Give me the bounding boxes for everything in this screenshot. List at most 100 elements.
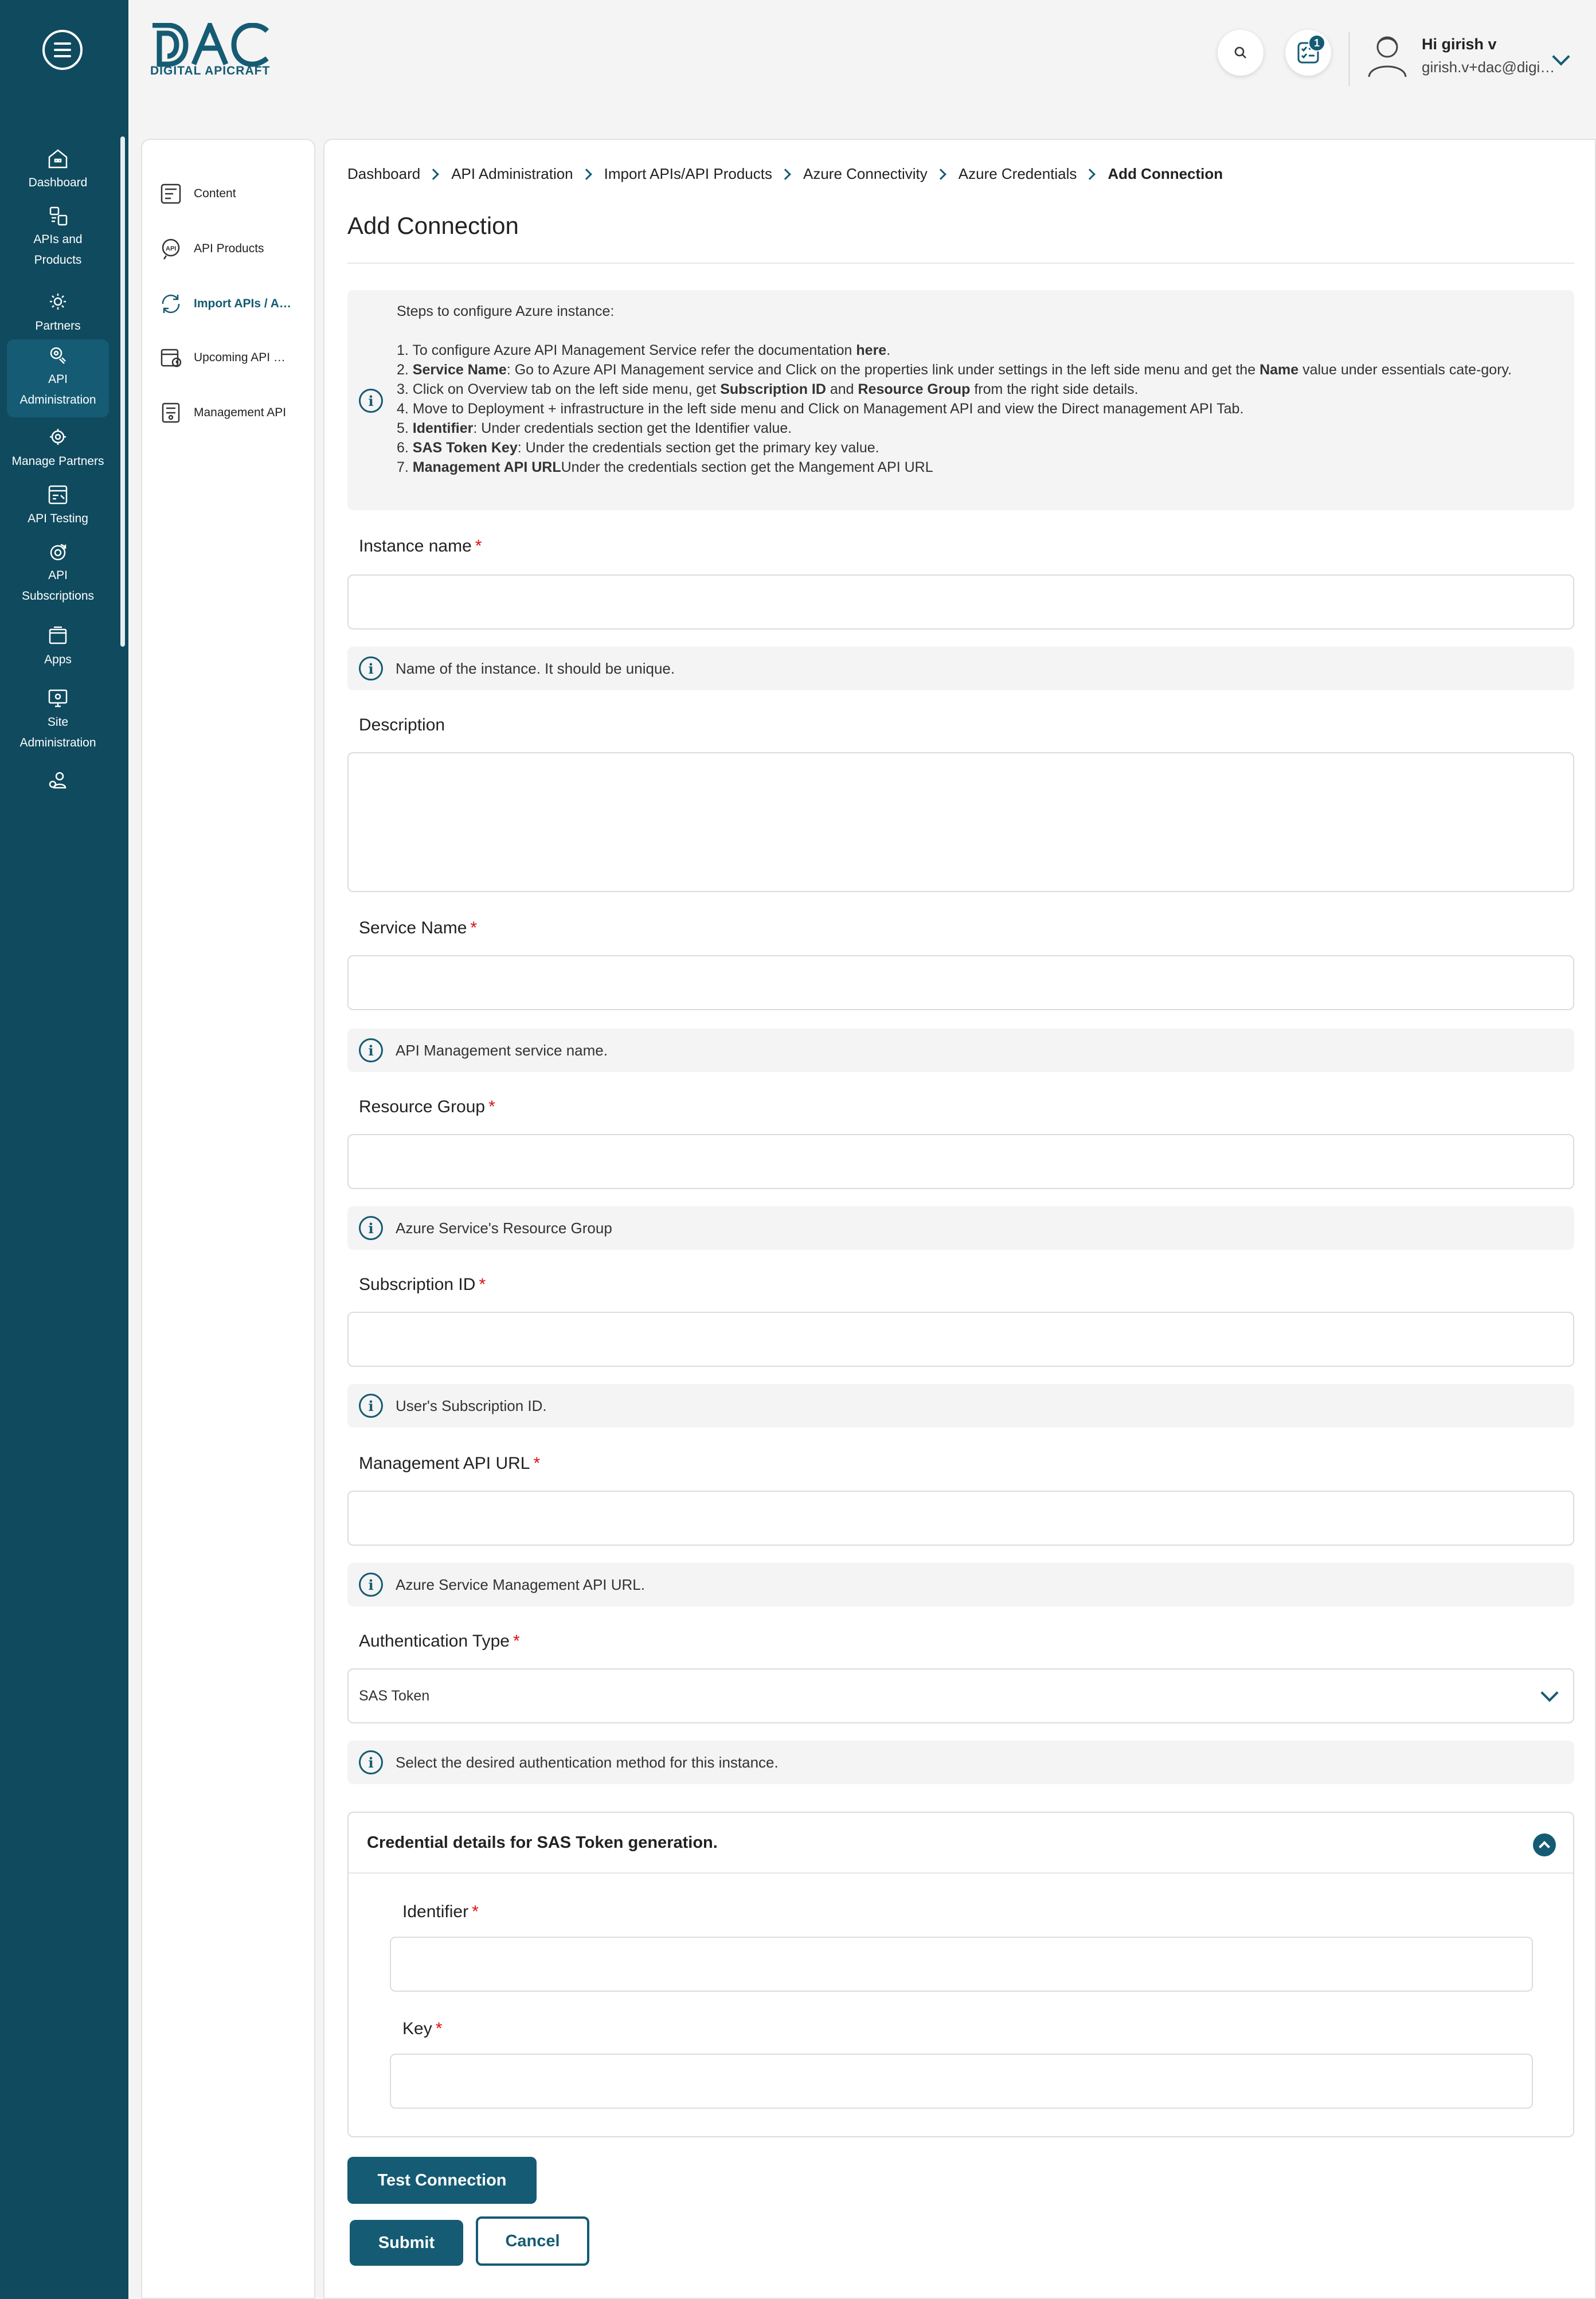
subscription-id-input[interactable] bbox=[347, 1312, 1574, 1367]
rail-item-site-administration[interactable]: Site Administration bbox=[7, 685, 109, 753]
rail-item-label: API Testing bbox=[28, 512, 88, 525]
collapse-button[interactable] bbox=[1533, 1833, 1556, 1856]
chevron-right-icon bbox=[780, 168, 791, 180]
user-greeting: Hi girish v bbox=[1422, 36, 1497, 53]
breadcrumb-azure-credentials[interactable]: Azure Credentials bbox=[959, 165, 1077, 183]
title-divider bbox=[347, 263, 1574, 264]
rail-item-label: Manage Partners bbox=[11, 455, 104, 468]
search-icon bbox=[1234, 46, 1246, 58]
api-administration-icon bbox=[50, 347, 66, 364]
service-name-hint: i API Management service name. bbox=[347, 1029, 1574, 1072]
chevron-down-icon bbox=[1540, 1684, 1559, 1702]
chevron-up-icon bbox=[1539, 1841, 1550, 1852]
site-administration-icon bbox=[48, 689, 68, 707]
management-api-url-hint: i Azure Service Management API URL. bbox=[347, 1563, 1574, 1606]
rail-item-api-administration[interactable]: API Administration bbox=[7, 339, 109, 417]
logo-text: DIGITAL APICRAFT bbox=[150, 64, 271, 77]
sub-sidebar: Content API API Products Import APIs / A… bbox=[141, 139, 315, 2299]
rail-item-label: APIs and Products bbox=[33, 233, 83, 267]
user-email: girish.v+dac@digital-apicraft.com bbox=[1422, 58, 1557, 76]
rail-item-partners[interactable]: Partners bbox=[7, 288, 109, 337]
rail-item-more[interactable] bbox=[7, 767, 109, 795]
identifier-input[interactable] bbox=[390, 1937, 1533, 1992]
rail-scrollbar[interactable] bbox=[120, 136, 125, 647]
instance-name-input[interactable] bbox=[347, 574, 1574, 630]
rail-item-apis-and-products[interactable]: APIs and Products bbox=[7, 202, 109, 271]
step-1: 1. To configure Azure API Management Ser… bbox=[397, 342, 891, 358]
dashboard-icon bbox=[48, 149, 68, 169]
info-icon: i bbox=[359, 1038, 383, 1062]
tasks-button[interactable]: 1 bbox=[1285, 30, 1331, 76]
search-button[interactable] bbox=[1218, 30, 1264, 76]
credential-details-title: Credential details for SAS Token generat… bbox=[367, 1833, 718, 1852]
step-2: 2. Service Name: Go to Azure API Managem… bbox=[397, 362, 1512, 378]
submit-button[interactable]: Submit bbox=[350, 2220, 463, 2266]
rail-item-api-testing[interactable]: API Testing bbox=[7, 480, 109, 530]
left-rail: Dashboard APIs and Products Partners API… bbox=[0, 0, 128, 2299]
hamburger-menu-icon[interactable] bbox=[42, 30, 83, 70]
documentation-link[interactable]: here bbox=[856, 342, 886, 358]
rail-item-dashboard[interactable]: Dashboard bbox=[7, 144, 109, 194]
subnav-item-upcoming-api[interactable]: Upcoming API Products bbox=[158, 341, 307, 375]
apps-icon bbox=[49, 626, 67, 644]
info-icon: i bbox=[359, 1750, 383, 1774]
rail-item-label: Apps bbox=[44, 653, 72, 666]
rail-item-label: API Subscriptions bbox=[21, 569, 95, 603]
rail-item-label: Partners bbox=[35, 319, 81, 333]
rail-item-api-subscriptions[interactable]: API Subscriptions bbox=[7, 538, 109, 607]
notification-badge: 1 bbox=[1308, 34, 1325, 52]
rail-item-apps[interactable]: Apps bbox=[7, 621, 109, 671]
authentication-type-label: Authentication Type * bbox=[359, 1632, 520, 1651]
authentication-type-hint: i Select the desired authentication metho… bbox=[347, 1741, 1574, 1784]
header-divider bbox=[1348, 32, 1350, 86]
management-api-icon bbox=[162, 402, 180, 423]
chevron-right-icon bbox=[934, 168, 946, 180]
rail-item-label: Dashboard bbox=[28, 176, 88, 189]
breadcrumb-current: Add Connection bbox=[1108, 165, 1223, 182]
test-connection-button[interactable]: Test Connection bbox=[347, 2157, 537, 2204]
description-label: Description bbox=[359, 715, 445, 734]
subnav-item-management-api[interactable]: Management API bbox=[158, 396, 307, 430]
rail-item-label: Site Administration bbox=[19, 715, 96, 749]
breadcrumb-dashboard[interactable]: Dashboard bbox=[347, 165, 420, 183]
partners-icon bbox=[50, 294, 66, 310]
configuration-steps-panel: i Steps to configure Azure instance: 1. … bbox=[347, 290, 1574, 510]
steps-heading: Steps to configure Azure instance: bbox=[397, 303, 615, 319]
identifier-label: Identifier * bbox=[402, 1902, 479, 1921]
breadcrumb-api-administration[interactable]: API Administration bbox=[451, 165, 573, 183]
instance-name-label: Instance name * bbox=[359, 537, 482, 556]
subnav-item-api-products[interactable]: API API Products bbox=[158, 232, 307, 266]
credential-details-header[interactable]: Credential details for SAS Token generat… bbox=[349, 1813, 1573, 1874]
chevron-right-icon bbox=[428, 168, 440, 180]
subnav-item-import-apis[interactable]: Import APIs / API Products bbox=[158, 287, 307, 321]
step-5: 5. Identifier: Under credentials section… bbox=[397, 420, 792, 436]
rail-item-manage-partners[interactable]: Manage Partners bbox=[7, 423, 109, 472]
description-textarea[interactable] bbox=[347, 752, 1574, 892]
key-input[interactable] bbox=[390, 2054, 1533, 2109]
subscription-id-hint: i User's Subscription ID. bbox=[347, 1384, 1574, 1428]
subnav-item-content[interactable]: Content bbox=[158, 177, 307, 211]
chevron-right-icon bbox=[1084, 168, 1096, 180]
resource-group-label: Resource Group * bbox=[359, 1097, 495, 1116]
resource-group-input[interactable] bbox=[347, 1134, 1574, 1189]
api-products-icon: API bbox=[162, 238, 180, 260]
manage-partners-icon bbox=[50, 429, 66, 445]
avatar[interactable] bbox=[1364, 30, 1410, 78]
step-3: 3. Click on Overview tab on the left sid… bbox=[397, 381, 1139, 397]
info-icon: i bbox=[359, 389, 383, 413]
authentication-type-select[interactable]: SAS Token bbox=[347, 1668, 1574, 1723]
import-apis-icon bbox=[162, 294, 180, 314]
management-api-url-input[interactable] bbox=[347, 1491, 1574, 1546]
credential-details-panel: Credential details for SAS Token generat… bbox=[347, 1812, 1574, 2137]
service-name-label: Service Name * bbox=[359, 918, 478, 937]
page-title: Add Connection bbox=[347, 212, 519, 239]
api-testing-icon bbox=[48, 485, 68, 505]
authentication-type-value: SAS Token bbox=[359, 1687, 430, 1704]
breadcrumb-import-apis[interactable]: Import APIs/API Products bbox=[604, 165, 772, 183]
step-6: 6. SAS Token Key: Under the credentials … bbox=[397, 440, 879, 456]
service-name-input[interactable] bbox=[347, 955, 1574, 1010]
cancel-button[interactable]: Cancel bbox=[476, 2216, 589, 2266]
apis-products-icon bbox=[49, 206, 68, 226]
breadcrumb-azure-connectivity[interactable]: Azure Connectivity bbox=[803, 165, 928, 183]
management-api-url-label: Management API URL * bbox=[359, 1454, 541, 1473]
